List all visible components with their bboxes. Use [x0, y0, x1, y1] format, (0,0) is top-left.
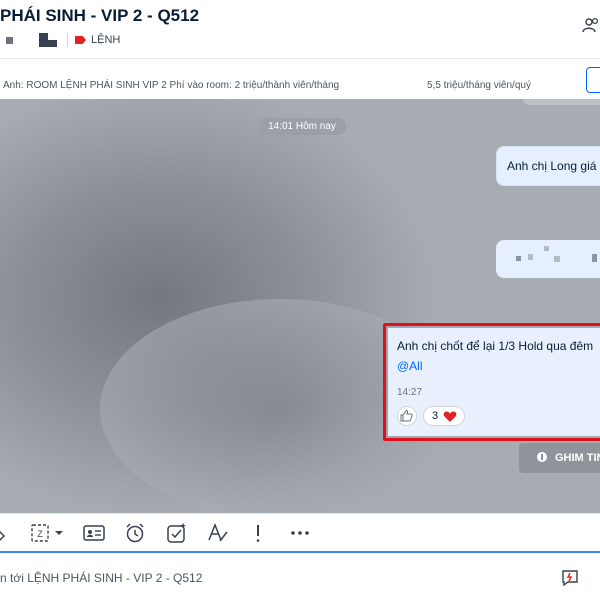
pin-message-button[interactable]: GHIM TIN	[519, 443, 600, 473]
pinned-message-text-continued: 5,5 triệu/tháng viên/quý	[427, 80, 531, 91]
highlighted-message-text: Anh chị chốt để lại 1/3 Hold qua đêm	[397, 339, 594, 353]
message-composer	[0, 551, 600, 600]
pixelated-message-bubble[interactable]	[496, 240, 600, 278]
group-type-icon	[39, 33, 57, 47]
pixel-block	[544, 246, 549, 251]
checklist-icon	[167, 523, 186, 543]
member-indicator-icon	[6, 36, 13, 44]
previous-message-bubble	[523, 99, 600, 105]
category-tag[interactable]: LỆNH	[75, 34, 120, 46]
pinned-message-bar[interactable]: Anh: ROOM LỆNH PHÁI SINH VIP 2 Phí vào r…	[0, 58, 600, 100]
tag-icon	[75, 36, 86, 44]
contact-card-icon	[83, 525, 105, 541]
exclamation-icon	[256, 525, 260, 542]
contact-card-button[interactable]	[83, 522, 105, 544]
text-format-icon	[208, 522, 228, 542]
pixel-block	[554, 256, 560, 262]
quick-reaction-icon[interactable]	[561, 569, 579, 587]
expand-pinned-button[interactable]	[586, 67, 600, 93]
urgent-message-button[interactable]	[250, 522, 266, 544]
checklist-button[interactable]	[166, 522, 188, 544]
pixel-block	[516, 256, 521, 261]
mention-all-link[interactable]: @All	[397, 359, 423, 373]
message-text: Anh chị Long giá	[507, 159, 597, 173]
pixel-block	[592, 254, 597, 262]
pixel-block	[528, 254, 533, 260]
message-time: 14:27	[397, 387, 423, 398]
conversation-title[interactable]: PHÁI SINH - VIP 2 - Q512	[0, 6, 199, 26]
reaction-count: 3	[432, 410, 439, 422]
like-reaction-button[interactable]	[397, 406, 417, 426]
composer-toolbar: Z	[0, 513, 600, 552]
header-meta: LỆNH	[0, 32, 120, 48]
sticker-icon	[0, 530, 6, 542]
message-bubble[interactable]: Anh chị Long giá	[496, 146, 600, 186]
more-options-button[interactable]	[289, 522, 311, 544]
screenshot-button[interactable]: Z	[30, 522, 66, 544]
reminder-button[interactable]	[124, 522, 146, 544]
reaction-summary[interactable]: 3	[423, 406, 465, 426]
pinned-message-text: Anh: ROOM LỆNH PHÁI SINH VIP 2 Phí vào r…	[3, 80, 340, 91]
message-input[interactable]	[0, 563, 520, 593]
sticker-button[interactable]	[0, 522, 8, 544]
tag-label: LỆNH	[91, 34, 121, 46]
info-icon	[537, 452, 547, 462]
add-member-icon[interactable]	[582, 16, 600, 34]
alarm-clock-icon	[126, 523, 144, 543]
divider	[67, 33, 68, 47]
time-divider-label: 14:01 Hôm nay	[268, 121, 336, 132]
text-format-button[interactable]	[207, 522, 229, 544]
time-divider: 14:01 Hôm nay	[258, 118, 346, 135]
screenshot-icon: Z	[31, 524, 63, 542]
pin-message-label: GHIM TIN	[555, 452, 600, 464]
heart-icon	[443, 411, 457, 422]
thumbs-up-icon	[400, 410, 413, 422]
conversation-header: PHÁI SINH - VIP 2 - Q512 LỆNH	[0, 0, 600, 56]
more-icon	[291, 531, 309, 535]
svg-text:Z: Z	[37, 529, 43, 539]
